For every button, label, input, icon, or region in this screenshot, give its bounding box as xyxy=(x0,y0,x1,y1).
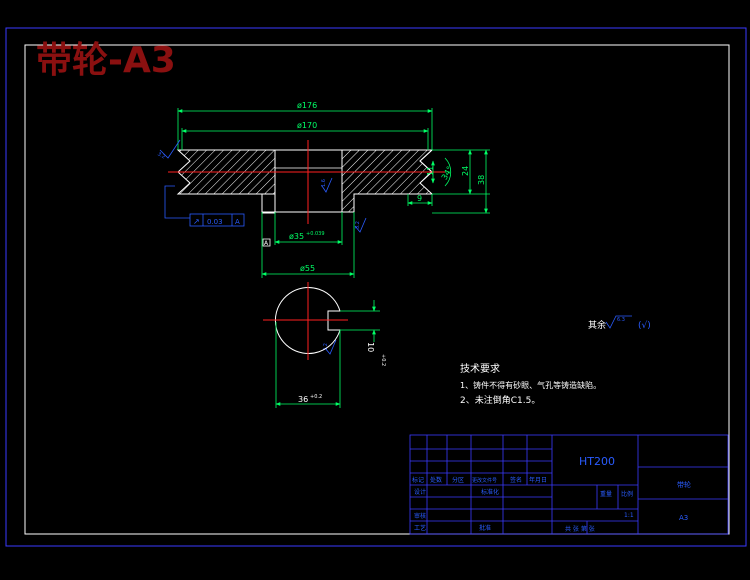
tb-weight: 重量 xyxy=(600,490,612,498)
dim-h38: 38 xyxy=(477,175,486,185)
dim-keyway-width: 36 xyxy=(298,395,308,404)
tb-drawing-no: A3 xyxy=(679,514,688,522)
inner-frame xyxy=(24,44,730,535)
roughness-hub: 3.2 xyxy=(355,221,361,229)
dim-d35: ø35 xyxy=(289,232,304,241)
tb-header-5: 年月日 xyxy=(529,476,547,484)
tb-header-0: 标记 xyxy=(412,476,424,484)
tb-scale-value: 1:1 xyxy=(624,512,634,519)
cad-drawing: 带轮-A3 ø176 ø170 ø35 +0.039 ø55 11 24 38 … xyxy=(5,27,747,547)
dim-keyway-depth: 10 xyxy=(366,342,375,352)
dim-w11: 11 xyxy=(426,166,435,176)
tb-sheets: 共 张 第 张 xyxy=(565,525,595,533)
tb-scale: 比例 xyxy=(621,490,633,498)
dim-d35-tol: +0.039 xyxy=(306,231,325,237)
roughness-bore: 1.6 xyxy=(321,179,327,187)
tb-material: HT200 xyxy=(579,455,615,468)
roughness-groove: 3.2 xyxy=(156,151,166,160)
datum-marker: A xyxy=(262,238,271,247)
tb-process: 工艺 xyxy=(414,524,426,532)
tech-item-1: 1、铸件不得有砂眼、气孔等铸造缺陷。 xyxy=(460,380,601,390)
tol-symbol: ↗ xyxy=(193,217,200,226)
watermark-title: 带轮-A3 xyxy=(36,40,176,81)
svg-text:(√): (√) xyxy=(638,320,651,331)
tol-datum: A xyxy=(235,218,240,226)
dim-d170: ø170 xyxy=(297,121,317,130)
dim-angle: 34° xyxy=(440,165,455,182)
tb-designer: 设计 xyxy=(414,488,426,496)
tb-header-2: 分区 xyxy=(452,476,464,484)
dim-d55: ø55 xyxy=(300,264,315,273)
tech-item-2: 2、未注倒角C1.5。 xyxy=(460,394,540,406)
tol-value: 0.03 xyxy=(207,218,223,226)
tb-header-4: 签名 xyxy=(510,476,522,484)
pulley-section-view xyxy=(168,140,445,224)
outer-frame xyxy=(5,27,747,547)
tech-title: 技术要求 xyxy=(460,362,500,375)
tb-reviewer: 审核 xyxy=(414,512,426,520)
dim-keyway-width-tol: +0.2 xyxy=(310,394,322,400)
dim-d176: ø176 xyxy=(297,101,317,110)
dim-h24: 24 xyxy=(461,166,470,176)
left-rim-section xyxy=(176,149,276,214)
tb-header-3: 更改文件号 xyxy=(472,477,497,484)
svg-text:6.3: 6.3 xyxy=(617,317,625,323)
technical-requirements: 技术要求 1、铸件不得有砂眼、气孔等铸造缺陷。 2、未注倒角C1.5。 xyxy=(460,362,601,406)
rest-roughness-note: 其余 6.3 (√) xyxy=(588,315,651,331)
dim-w9: 9 xyxy=(417,194,422,203)
tb-standardization: 标准化 xyxy=(481,488,499,496)
tb-header-1: 处数 xyxy=(430,476,442,484)
tb-approval: 批准 xyxy=(479,524,491,532)
svg-text:其余: 其余 xyxy=(588,319,606,331)
dim-keyway-depth-tol: +0.2 xyxy=(380,354,386,366)
tb-part-name: 带轮 xyxy=(677,480,691,489)
